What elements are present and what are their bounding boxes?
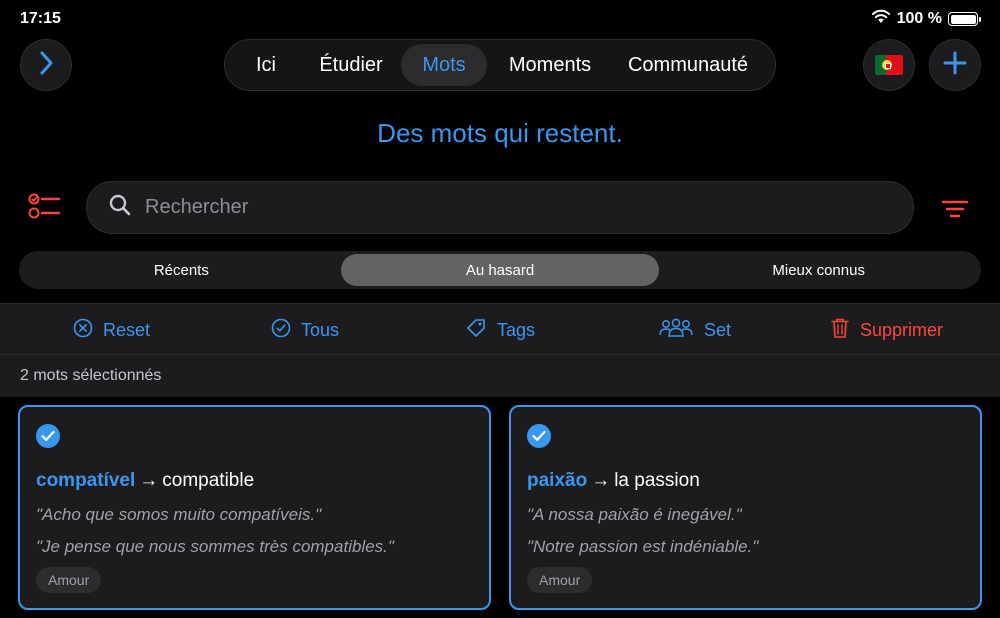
main-tabs: Ici Étudier Mots Moments Communauté: [224, 39, 776, 91]
tag-chip[interactable]: Amour: [36, 567, 102, 593]
select-all-label: Tous: [301, 319, 340, 340]
selection-count-bar: 2 mots sélectionnés: [0, 355, 1000, 397]
arrow-right-icon: →: [139, 470, 159, 491]
tags-label: Tags: [497, 319, 536, 340]
example-french: "Notre passion est indéniable.": [527, 537, 759, 556]
word-card[interactable]: paixão → la passion "A nossa paixão é ineg…: [509, 405, 982, 610]
select-mode-button[interactable]: [28, 193, 62, 223]
add-button[interactable]: [929, 39, 981, 91]
tag-chip[interactable]: Amour: [527, 567, 593, 593]
chevron-right-icon: [37, 50, 55, 81]
language-button[interactable]: [863, 39, 915, 91]
reset-button[interactable]: Reset: [73, 304, 150, 356]
status-time: 17:15: [20, 10, 61, 27]
selection-count: 2 mots sélectionnés: [20, 367, 162, 384]
portugal-flag-icon: [875, 55, 903, 75]
checkmark-icon[interactable]: [527, 424, 551, 448]
search-bar[interactable]: [86, 181, 914, 234]
word-translation: compatible: [162, 470, 255, 491]
sort-lines-icon: [941, 200, 969, 223]
example-portuguese: "A nossa paixão é inegável.": [527, 505, 742, 524]
arrow-right-icon: →: [591, 470, 611, 491]
set-label: Set: [704, 319, 732, 340]
delete-label: Supprimer: [860, 319, 944, 340]
word-term: paixão: [527, 470, 588, 491]
plus-icon: [943, 51, 967, 80]
word-term: compatível: [36, 470, 136, 491]
segment-recents[interactable]: Récents: [22, 254, 341, 286]
tab-etudier[interactable]: Étudier: [301, 44, 401, 86]
segment-au-hasard[interactable]: Au hasard: [340, 254, 660, 286]
tab-moments[interactable]: Moments: [487, 44, 613, 86]
search-input[interactable]: [145, 196, 845, 219]
example-portuguese: "Acho que somos muito compatíveis.": [36, 505, 322, 524]
tab-ici[interactable]: Ici: [231, 44, 301, 86]
set-button[interactable]: Set: [658, 304, 731, 356]
tags-button[interactable]: Tags: [465, 304, 535, 356]
word-card[interactable]: compatível → compatible "Acho que somos mu…: [18, 405, 491, 610]
word-translation: la passion: [614, 470, 700, 491]
segment-mieux-connus[interactable]: Mieux connus: [659, 254, 978, 286]
trash-icon: [830, 317, 850, 344]
reset-label: Reset: [103, 319, 151, 340]
status-indicators: 100 %: [871, 9, 981, 29]
back-button[interactable]: [20, 39, 72, 91]
group-icon: [658, 318, 694, 343]
word-line: compatível → compatible: [36, 470, 254, 492]
sort-button[interactable]: [941, 199, 969, 219]
tab-mots[interactable]: Mots: [401, 44, 487, 86]
select-all-button[interactable]: Tous: [271, 304, 339, 356]
checkmark-icon[interactable]: [36, 424, 60, 448]
tab-communaute[interactable]: Communauté: [613, 44, 763, 86]
battery-icon: [948, 12, 981, 26]
check-circle-icon: [271, 318, 291, 343]
selection-action-bar: Reset Tous Tags Set Supprimer: [0, 303, 1000, 355]
delete-button[interactable]: Supprimer: [830, 304, 943, 356]
status-bar: 17:15 100 %: [0, 0, 1000, 38]
wifi-icon: [871, 9, 891, 29]
x-circle-icon: [73, 318, 93, 343]
checklist-icon: [28, 193, 62, 227]
example-french: "Je pense que nous sommes très compatibl…: [36, 537, 394, 556]
word-line: paixão → la passion: [527, 470, 700, 492]
search-icon: [109, 194, 131, 221]
tag-icon: [465, 317, 487, 344]
battery-percent: 100 %: [896, 10, 942, 27]
sort-segmented-control: Récents Au hasard Mieux connus: [19, 251, 981, 289]
page-headline: Des mots qui restent.: [377, 118, 623, 148]
